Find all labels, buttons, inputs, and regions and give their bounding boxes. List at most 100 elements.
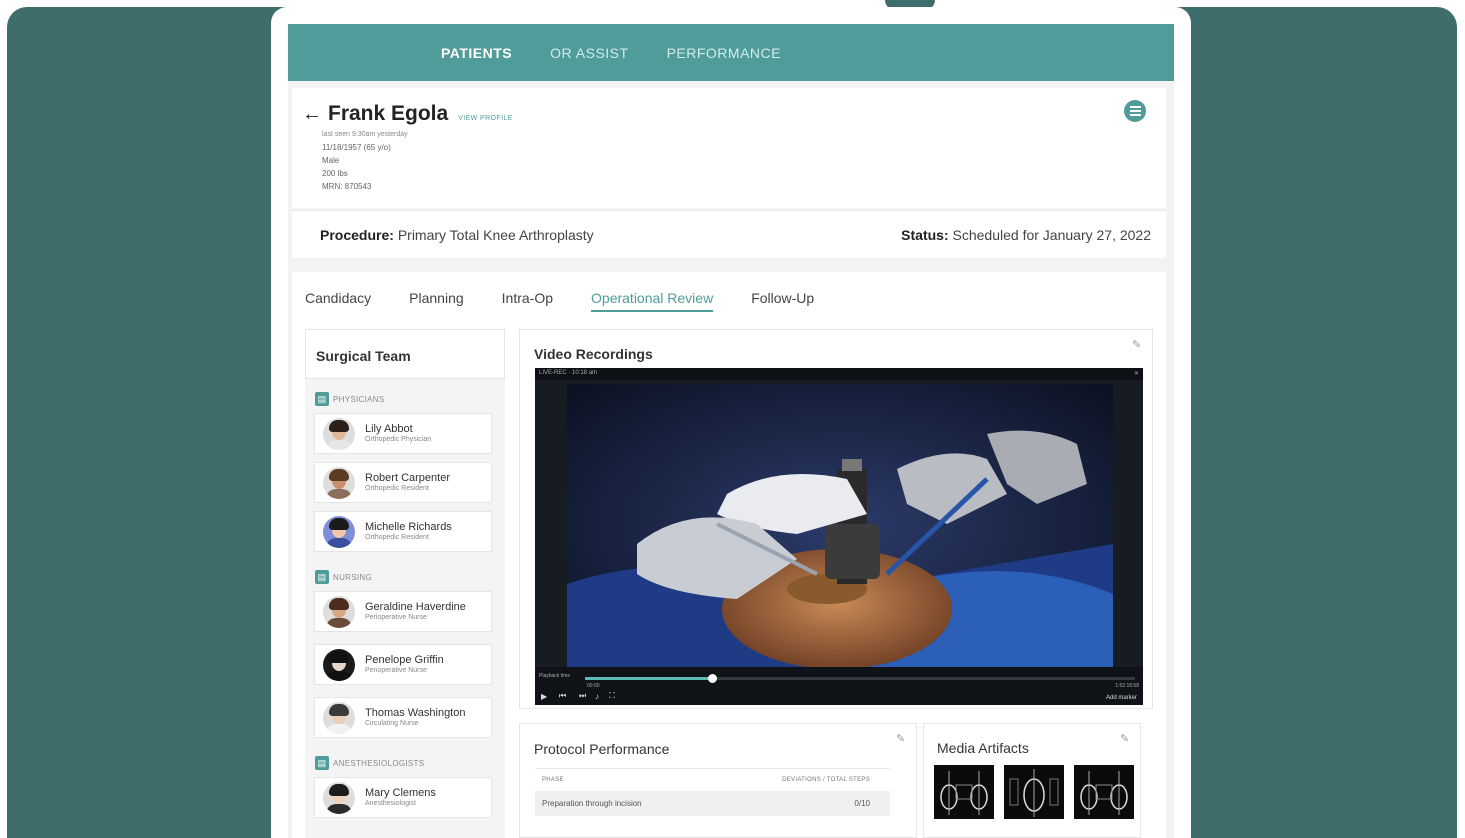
volume-icon[interactable]: ♪ bbox=[595, 692, 599, 701]
member-name: Geraldine Haverdine bbox=[365, 601, 466, 613]
fullscreen-icon[interactable]: ⛶ bbox=[609, 691, 615, 701]
procedure-bar: Procedure: Primary Total Knee Arthroplas… bbox=[292, 210, 1166, 258]
row-value: 0/10 bbox=[854, 799, 870, 808]
table-row[interactable]: Preparation through incision 0/10 bbox=[535, 791, 890, 816]
patient-weight: 200 lbs bbox=[322, 169, 348, 178]
back-arrow-icon[interactable]: ← bbox=[302, 103, 322, 126]
tab-intra-op[interactable]: Intra-Op bbox=[502, 290, 553, 312]
avatar bbox=[323, 701, 355, 734]
avatar bbox=[323, 648, 355, 681]
team-member[interactable]: Robert Carpenter Orthopedic Resident bbox=[314, 462, 492, 503]
patient-last-seen: last seen 9:30am yesterday bbox=[322, 131, 408, 138]
rewind-icon[interactable]: ⏮ bbox=[559, 691, 566, 701]
time-start: 00:00 bbox=[587, 683, 600, 689]
menu-icon[interactable] bbox=[1124, 100, 1146, 122]
top-nav: PATIENTS OR ASSIST PERFORMANCE bbox=[288, 24, 1174, 81]
device-frame: PATIENTS OR ASSIST PERFORMANCE ← Frank E… bbox=[271, 7, 1191, 838]
video-file-label: LIVE-REC · 10:18 am bbox=[539, 370, 598, 376]
avatar bbox=[323, 417, 355, 450]
group-label-nursing: ▤ NURSING bbox=[315, 570, 372, 584]
edit-icon[interactable]: ✎ bbox=[1132, 338, 1144, 351]
xray-image bbox=[934, 765, 994, 819]
group-label-anesthesiologists: ▤ ANESTHESIOLOGISTS bbox=[315, 756, 424, 770]
playback-label: Playback time bbox=[539, 673, 571, 679]
close-icon[interactable]: ✕ bbox=[1134, 370, 1139, 378]
add-marker-button[interactable]: Add marker bbox=[1106, 695, 1137, 701]
team-member[interactable]: Penelope Griffin Perioperative Nurse bbox=[314, 644, 492, 685]
xray-image bbox=[1004, 765, 1064, 819]
media-artifacts-panel: Media Artifacts ✎ bbox=[923, 723, 1141, 838]
tab-bar: Candidacy Planning Intra-Op Operational … bbox=[305, 290, 814, 312]
forward-icon[interactable]: ⏭ bbox=[579, 691, 586, 701]
edit-icon[interactable]: ✎ bbox=[1120, 732, 1132, 745]
nav-performance[interactable]: PERFORMANCE bbox=[667, 45, 781, 61]
edit-icon[interactable]: ✎ bbox=[896, 732, 908, 745]
procedure-label: Procedure: bbox=[320, 226, 394, 243]
player-titlebar: LIVE-REC · 10:18 am ✕ bbox=[535, 368, 1143, 380]
patient-name: Frank Egola bbox=[328, 102, 449, 125]
video-recordings-panel: Video Recordings ✎ LIVE-REC · 10:18 am ✕ bbox=[519, 329, 1153, 709]
protocol-panel-title: Protocol Performance bbox=[534, 741, 670, 757]
avatar bbox=[323, 515, 355, 548]
media-thumbnail[interactable] bbox=[1004, 765, 1064, 819]
view-profile-link[interactable]: VIEW PROFILE bbox=[458, 115, 513, 122]
player-timeline: Playback time 00:00 1:52:16:58 ▶ ⏮ ⏭ ♪ ⛶… bbox=[535, 667, 1143, 705]
group-icon: ▤ bbox=[315, 392, 329, 406]
group-label-text: NURSING bbox=[333, 572, 372, 582]
media-thumbnail[interactable] bbox=[1074, 765, 1134, 819]
procedure-value: Primary Total Knee Arthroplasty bbox=[397, 226, 594, 243]
play-icon[interactable]: ▶ bbox=[541, 692, 547, 701]
team-member[interactable]: Geraldine Haverdine Perioperative Nurse bbox=[314, 591, 492, 632]
status-label: Status: bbox=[901, 226, 949, 243]
patient-sex: Male bbox=[322, 156, 340, 165]
media-panel-title: Media Artifacts bbox=[937, 740, 1029, 756]
surgical-team-panel: Surgical Team ▤ PHYSICIANS Lily Abbot Ort… bbox=[305, 329, 505, 838]
avatar bbox=[323, 781, 355, 814]
video-panel-title: Video Recordings bbox=[534, 346, 653, 362]
row-phase: Preparation through incision bbox=[542, 799, 642, 808]
tab-follow-up[interactable]: Follow-Up bbox=[751, 290, 814, 312]
patient-mrn: MRN: 870543 bbox=[322, 182, 372, 191]
status-value: Scheduled for January 27, 2022 bbox=[952, 226, 1151, 243]
group-icon: ▤ bbox=[315, 756, 329, 770]
member-role: Perioperative Nurse bbox=[365, 614, 427, 621]
progress-fill bbox=[585, 677, 712, 680]
team-member[interactable]: Lily Abbot Orthopedic Physician bbox=[314, 413, 492, 454]
team-member[interactable]: Mary Clemens Anesthesiologist bbox=[314, 777, 492, 818]
group-label-physicians: ▤ PHYSICIANS bbox=[315, 392, 384, 406]
table-header: PHASE DEVIATIONS / TOTAL STEPS bbox=[535, 768, 890, 791]
avatar bbox=[323, 466, 355, 499]
time-end: 1:52:16:58 bbox=[1115, 683, 1139, 689]
media-thumbnail[interactable] bbox=[934, 765, 994, 819]
surgical-team-title: Surgical Team bbox=[305, 329, 505, 379]
col-phase: PHASE bbox=[542, 777, 564, 783]
member-name: Mary Clemens bbox=[365, 787, 436, 799]
tab-planning[interactable]: Planning bbox=[409, 290, 464, 312]
status-info: Status: Scheduled for January 27, 2022 bbox=[901, 227, 1151, 243]
progress-knob[interactable] bbox=[707, 674, 717, 683]
nav-or-assist[interactable]: OR ASSIST bbox=[550, 45, 628, 61]
tab-content-card: Candidacy Planning Intra-Op Operational … bbox=[292, 272, 1166, 838]
member-name: Michelle Richards bbox=[365, 521, 452, 533]
team-member[interactable]: Thomas Washington Circulating Nurse bbox=[314, 697, 492, 738]
member-name: Penelope Griffin bbox=[365, 654, 444, 666]
member-role: Perioperative Nurse bbox=[365, 667, 427, 674]
patient-dob: 11/18/1957 (65 y/o) bbox=[322, 143, 391, 152]
patient-card: ← Frank Egola VIEW PROFILE last seen 9:3… bbox=[292, 88, 1166, 208]
tab-operational-review[interactable]: Operational Review bbox=[591, 290, 714, 312]
progress-track[interactable] bbox=[585, 674, 1135, 683]
video-player[interactable]: LIVE-REC · 10:18 am ✕ Playback time 00:0… bbox=[535, 368, 1143, 705]
protocol-performance-panel: Protocol Performance ✎ PHASE DEVIATIONS … bbox=[519, 723, 917, 838]
group-icon: ▤ bbox=[315, 570, 329, 584]
member-role: Anesthesiologist bbox=[365, 800, 416, 807]
tab-candidacy[interactable]: Candidacy bbox=[305, 290, 371, 312]
team-member[interactable]: Michelle Richards Orthopedic Resident bbox=[314, 511, 492, 552]
member-role: Orthopedic Physician bbox=[365, 436, 432, 443]
member-role: Orthopedic Resident bbox=[365, 534, 429, 541]
group-label-text: ANESTHESIOLOGISTS bbox=[333, 758, 425, 768]
protocol-table: PHASE DEVIATIONS / TOTAL STEPS Preparati… bbox=[535, 768, 890, 816]
member-name: Lily Abbot bbox=[365, 423, 413, 435]
nav-patients[interactable]: PATIENTS bbox=[441, 45, 512, 61]
patient-details: last seen 9:30am yesterday 11/18/1957 (6… bbox=[322, 130, 408, 193]
member-role: Circulating Nurse bbox=[365, 720, 419, 727]
